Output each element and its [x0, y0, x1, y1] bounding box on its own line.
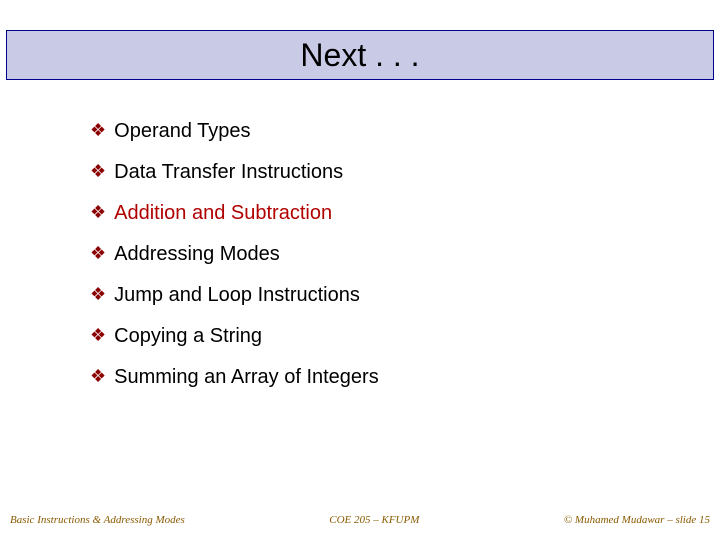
list-item: ❖ Jump and Loop Instructions [90, 284, 680, 307]
bullet-text: Summing an Array of Integers [114, 366, 379, 389]
diamond-bullet-icon: ❖ [90, 162, 106, 180]
list-item: ❖ Operand Types [90, 120, 680, 143]
bullet-text: Addressing Modes [114, 243, 280, 266]
bullet-text: Addition and Subtraction [114, 202, 332, 225]
bullet-text: Copying a String [114, 325, 262, 348]
diamond-bullet-icon: ❖ [90, 244, 106, 262]
bullet-list: ❖ Operand Types ❖ Data Transfer Instruct… [90, 120, 680, 407]
bullet-text: Operand Types [114, 120, 250, 143]
list-item: ❖ Copying a String [90, 325, 680, 348]
slide-title: Next . . . [300, 37, 419, 74]
footer-left: Basic Instructions & Addressing Modes [10, 514, 185, 526]
list-item: ❖ Addressing Modes [90, 243, 680, 266]
footer: Basic Instructions & Addressing Modes CO… [10, 514, 710, 526]
bullet-text: Jump and Loop Instructions [114, 284, 360, 307]
diamond-bullet-icon: ❖ [90, 326, 106, 344]
title-bar: Next . . . [6, 30, 714, 80]
list-item: ❖ Addition and Subtraction [90, 202, 680, 225]
diamond-bullet-icon: ❖ [90, 121, 106, 139]
list-item: ❖ Summing an Array of Integers [90, 366, 680, 389]
diamond-bullet-icon: ❖ [90, 285, 106, 303]
diamond-bullet-icon: ❖ [90, 203, 106, 221]
list-item: ❖ Data Transfer Instructions [90, 161, 680, 184]
footer-right: © Muhamed Mudawar – slide 15 [564, 514, 710, 526]
footer-center: COE 205 – KFUPM [329, 514, 419, 526]
bullet-text: Data Transfer Instructions [114, 161, 343, 184]
diamond-bullet-icon: ❖ [90, 367, 106, 385]
